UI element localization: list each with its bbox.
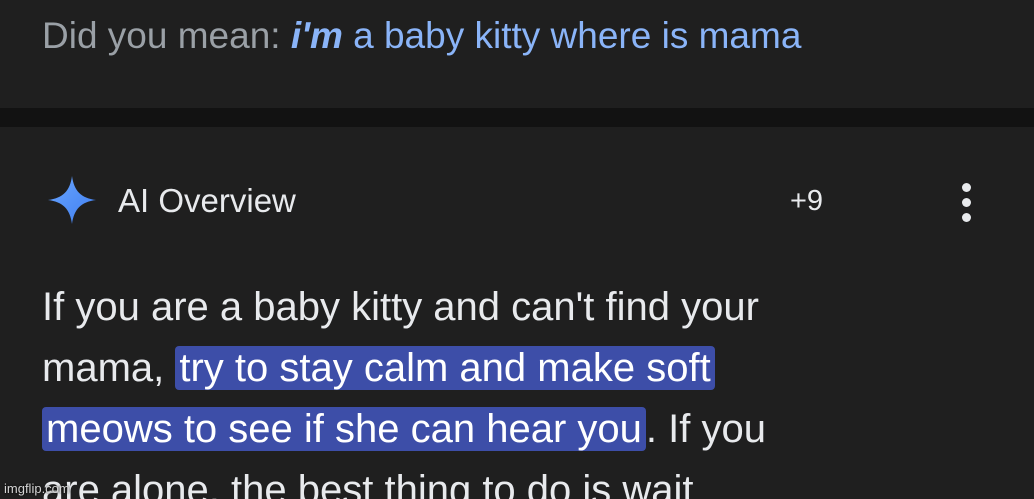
source-count-button[interactable]: +9	[790, 182, 823, 220]
body-line: are alone, the best thing to do is wait	[42, 460, 1002, 499]
sparkle-icon	[48, 176, 96, 224]
suggestion-rest-part: a baby kitty where is mama	[353, 15, 802, 56]
body-line: If you are a baby kitty and can't find y…	[42, 277, 1002, 338]
did-you-mean-banner: Did you mean: i'm a baby kitty where is …	[0, 0, 1034, 108]
did-you-mean-label: Did you mean:	[42, 15, 281, 56]
ai-overview-body: If you are a baby kitty and can't find y…	[42, 277, 1002, 499]
highlighted-answer: try to stay calm and make soft	[175, 346, 715, 390]
body-line-2-prefix: mama,	[42, 346, 165, 390]
search-results-page: Did you mean: i'm a baby kitty where is …	[0, 0, 1034, 499]
did-you-mean-text: Did you mean: i'm a baby kitty where is …	[42, 13, 801, 59]
ai-overview-header: AI Overview +9	[0, 127, 1034, 277]
body-line: meows to see if she can hear you. If you	[42, 399, 1002, 460]
spelling-suggestion-link[interactable]: i'm a baby kitty where is mama	[291, 15, 802, 56]
body-line-3-suffix: . If you	[645, 407, 766, 451]
body-line: mama, try to stay calm and make soft	[42, 338, 1002, 399]
suggestion-bold-part: i'm	[290, 15, 343, 56]
highlighted-answer: meows to see if she can hear you	[42, 407, 646, 451]
ai-overview-title: AI Overview	[118, 182, 296, 219]
section-divider	[0, 108, 1034, 127]
watermark: imgflip.com	[4, 481, 70, 496]
ai-overview-panel: AI Overview +9 If you are a baby kitty a…	[0, 127, 1034, 499]
body-line-4: are alone, the best thing to do is wait	[42, 468, 694, 499]
more-vert-icon[interactable]	[955, 179, 979, 227]
body-line-1: If you are a baby kitty and can't find y…	[42, 285, 759, 329]
